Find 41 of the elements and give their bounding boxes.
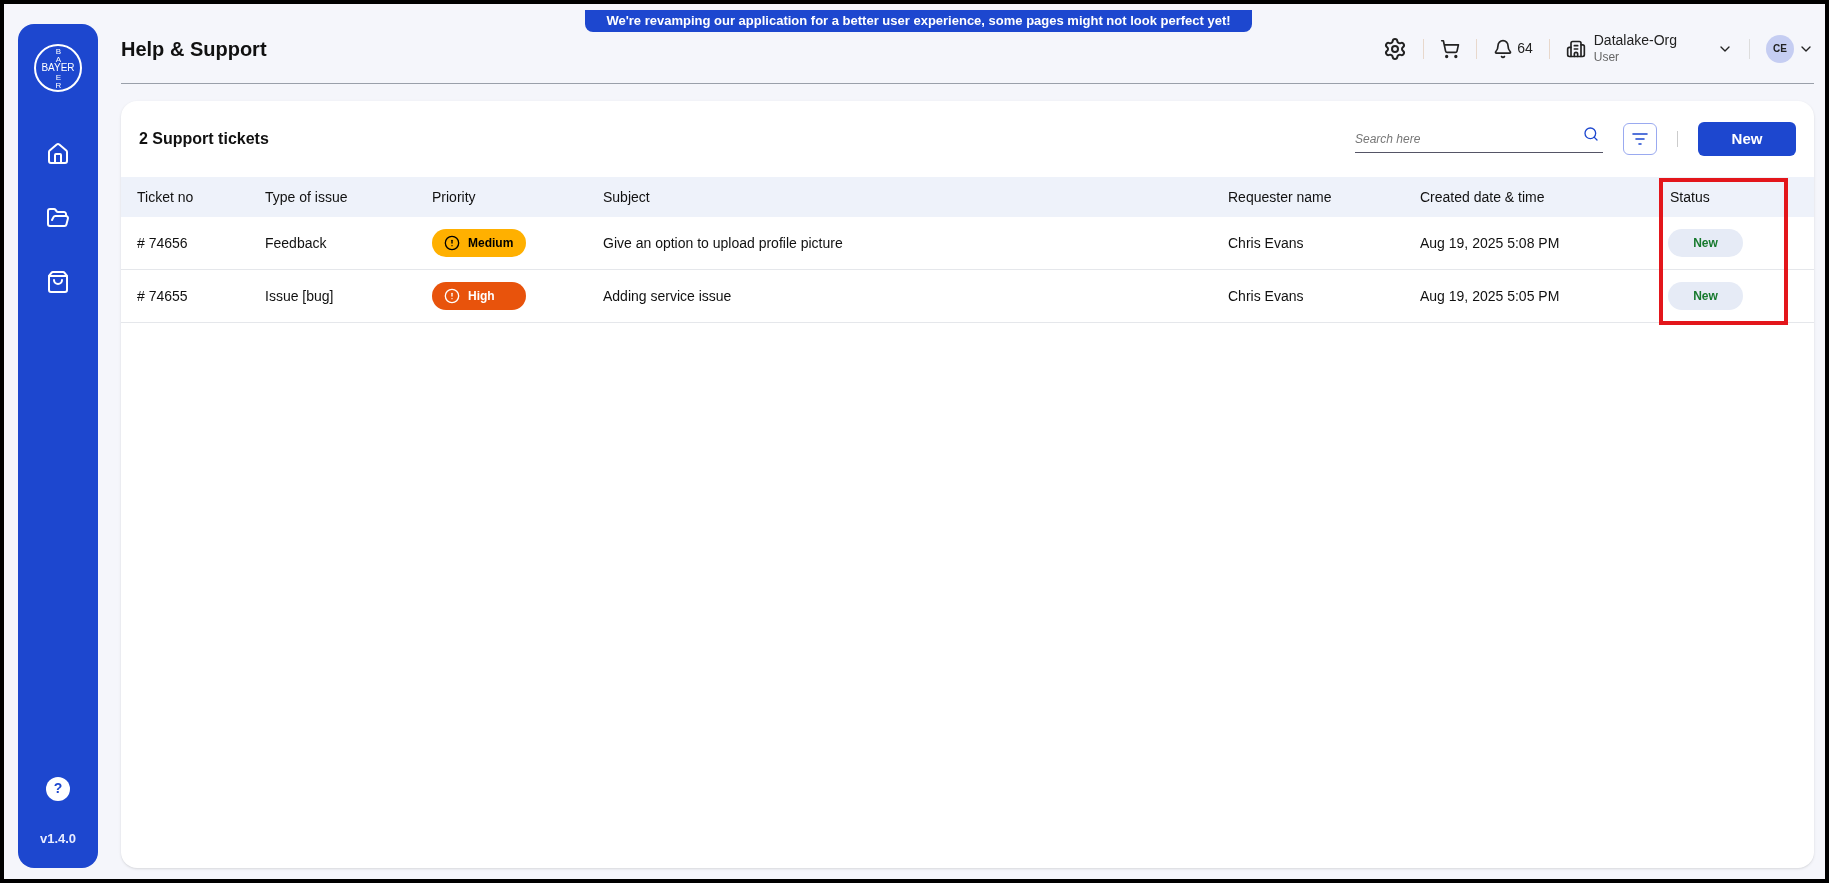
org-selector[interactable]: Datalake-Org User [1565, 32, 1733, 65]
table-cell: # 74655 [137, 287, 188, 304]
search-icon[interactable] [1583, 125, 1599, 142]
logo-text: BAYER [40, 63, 76, 73]
status-badge: New [1668, 282, 1743, 310]
table-cell: Aug 19, 2025 5:08 PM [1420, 234, 1560, 251]
column-header: Subject [603, 188, 650, 205]
page-title: Help & Support [121, 36, 267, 62]
version-label: v1.4.0 [39, 829, 77, 848]
column-header: Requester name [1228, 188, 1332, 205]
table-cell: # 74656 [137, 234, 188, 251]
logo-text: ER [55, 74, 62, 89]
status-badge: New [1668, 229, 1743, 257]
card-title: 2 Support tickets [139, 129, 269, 149]
column-header: Type of issue [265, 188, 348, 205]
table-cell: Aug 19, 2025 5:05 PM [1420, 287, 1560, 304]
alert-icon [444, 288, 460, 304]
building-icon [1565, 38, 1586, 59]
table-cell: Chris Evans [1228, 287, 1304, 304]
cart-icon[interactable] [1440, 38, 1461, 59]
logo-text: BA [55, 48, 62, 63]
table-cell: Chris Evans [1228, 234, 1304, 251]
announcement-banner: We're revamping our application for a better user experience, some pages might not look perfect yet! [585, 10, 1252, 32]
table-cell: Feedback [265, 234, 327, 251]
notifications-button[interactable]: 64 [1493, 38, 1533, 59]
search-field[interactable]: Search here [1355, 129, 1603, 153]
column-header: Ticket no [137, 188, 194, 205]
priority-badge: Medium [432, 229, 526, 257]
priority-badge: High [432, 282, 526, 310]
new-button[interactable]: New [1698, 122, 1796, 156]
column-header: Created date & time [1420, 188, 1545, 205]
table-cell: Adding service issue [603, 287, 732, 304]
help-button[interactable]: ? [46, 776, 70, 801]
filter-button[interactable] [1623, 123, 1657, 155]
filter-icon [1632, 133, 1648, 145]
column-header: Status [1670, 188, 1710, 205]
column-header: Priority [432, 188, 476, 205]
alert-icon [444, 235, 460, 251]
table-cell: Issue [bug] [265, 287, 334, 304]
table-cell: Give an option to upload profile picture [603, 234, 843, 251]
settings-icon[interactable] [1383, 36, 1408, 61]
